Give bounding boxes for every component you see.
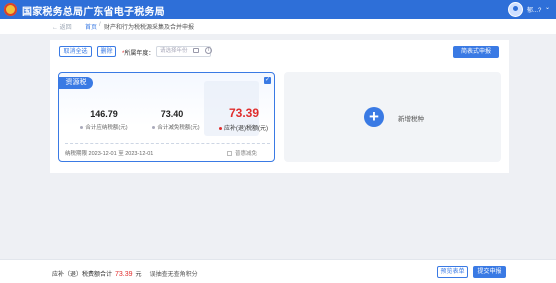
reduction-label: 合计减免税额(元) xyxy=(143,123,209,131)
total-unit: 元 xyxy=(135,272,142,278)
bullet-dot-icon xyxy=(80,126,84,130)
preview-form-button[interactable]: 预览表单 xyxy=(437,266,468,278)
user-name[interactable]: 郁...? xyxy=(527,5,541,14)
total-note: 误抽查无查角积分 xyxy=(149,272,198,278)
add-tax-card[interactable]: + 新增税种 xyxy=(284,72,501,162)
year-label-text: 所属年度： xyxy=(124,51,155,57)
cancel-select-all-button[interactable]: 取消全选 xyxy=(59,46,92,57)
breadcrumb-separator: / xyxy=(99,22,101,28)
add-tax-label: 新增税种 xyxy=(398,116,424,123)
calendar-icon[interactable] xyxy=(193,48,199,53)
discount-option[interactable]: 普惠减免 xyxy=(227,149,257,157)
total-label: 应补（退）税费额合计 xyxy=(52,272,113,278)
total-summary: 应补（退）税费额合计 73.39 元 误抽查无查角积分 xyxy=(52,269,198,278)
discount-checkbox[interactable] xyxy=(227,151,232,157)
reduction-amount: 73.40 xyxy=(160,109,184,119)
payable-amount: 146.79 xyxy=(90,109,118,119)
info-icon[interactable]: i xyxy=(205,47,212,54)
breadcrumb: ← 返回 首页 / 财产和行为税税源采集及合并申报 xyxy=(0,19,556,34)
tax-card-resource[interactable]: 资源税 ✓ 146.79 合计应纳税额(元) 73.40 合计减免税额(元) 7… xyxy=(58,72,275,162)
due-label: 应补(退)税额(元) xyxy=(219,123,268,132)
breadcrumb-current: 财产和行为税税源采集及合并申报 xyxy=(104,25,195,31)
chevron-down-icon[interactable]: ⌄ xyxy=(545,4,550,11)
reduction-label-text: 合计减免税额(元) xyxy=(157,125,200,131)
top-header: 国家税务总局广东省电子税务局 郁...? ⌄ xyxy=(0,0,556,19)
app-title: 国家税务总局广东省电子税务局 xyxy=(22,7,165,18)
bullet-dot-icon xyxy=(152,126,156,130)
tax-type-badge: 资源税 xyxy=(59,77,93,89)
simple-declare-button[interactable]: 简表式申报 xyxy=(453,46,499,58)
user-avatar-icon[interactable] xyxy=(508,2,523,17)
payable-label: 合计应纳税额(元) xyxy=(71,123,137,131)
year-label: *所属年度： xyxy=(122,48,154,57)
back-link[interactable]: ← 返回 xyxy=(52,22,72,31)
tax-period: 纳税期限 2023-12-01 至 2023-12-01 xyxy=(65,151,154,157)
card-checkbox[interactable]: ✓ xyxy=(264,77,271,84)
card-divider xyxy=(65,143,270,144)
total-amount: 73.39 xyxy=(115,271,133,278)
due-label-text: 应补(退)税额(元) xyxy=(224,126,268,132)
main-panel: 取消全选 删除 *所属年度： 请选择年份 i 简表式申报 资源税 ✓ 146.7… xyxy=(50,40,509,173)
bullet-dot-icon xyxy=(219,126,222,130)
plus-icon[interactable]: + xyxy=(364,107,384,127)
delete-button[interactable]: 删除 xyxy=(97,46,116,57)
discount-label: 普惠减免 xyxy=(235,151,258,157)
submit-declaration-button[interactable]: 提交申报 xyxy=(473,266,506,278)
due-amount: 73.39 xyxy=(229,106,260,120)
tax-emblem-icon xyxy=(4,3,17,16)
payable-label-text: 合计应纳税额(元) xyxy=(85,125,128,131)
bottom-action-bar: 应补（退）税费额合计 73.39 元 误抽查无查角积分 预览表单 提交申报 xyxy=(0,259,556,283)
year-select-input[interactable]: 请选择年份 xyxy=(156,46,211,57)
breadcrumb-home-link[interactable]: 首页 xyxy=(85,22,97,31)
